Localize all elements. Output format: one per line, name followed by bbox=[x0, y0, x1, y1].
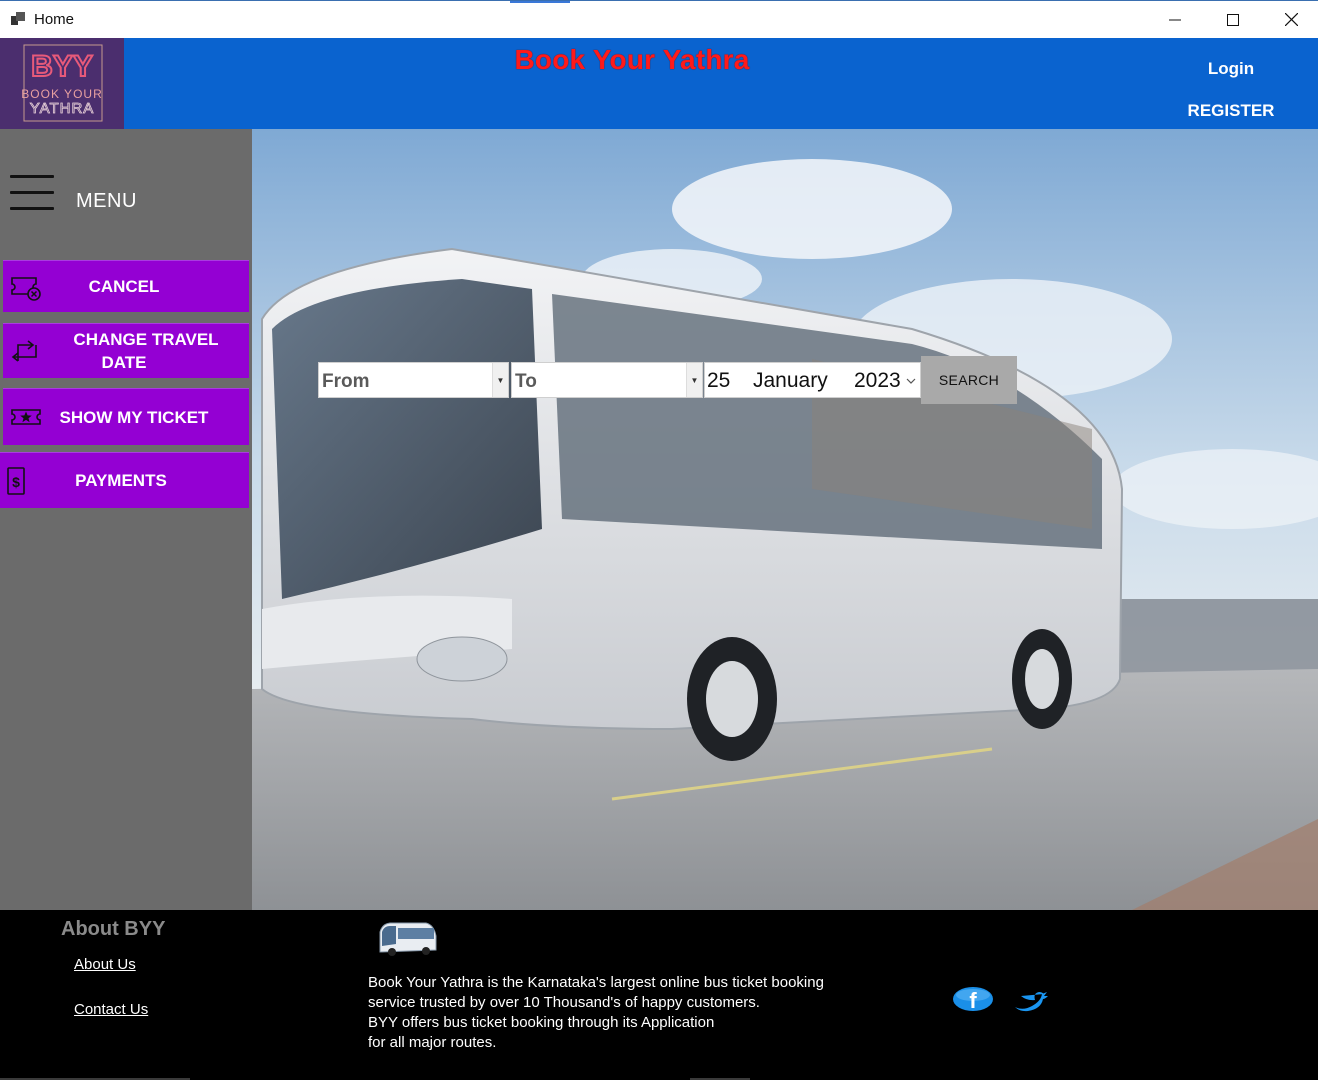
to-select-value: To bbox=[515, 371, 537, 392]
logo-graphic: BYY BOOK YOUR YATHRA bbox=[21, 44, 103, 122]
header-bar: BYY BOOK YOUR YATHRA Book Your Yathra Lo… bbox=[0, 38, 1318, 129]
minimize-button[interactable] bbox=[1146, 1, 1204, 38]
dollar-icon: $ bbox=[2, 465, 34, 497]
logo-line2-text: YATHRA bbox=[30, 100, 95, 117]
search-button[interactable]: SEARCH bbox=[921, 356, 1017, 404]
hero-bus-image bbox=[252, 129, 1318, 910]
bus-icon bbox=[376, 916, 438, 960]
sidebar-item-label: CANCEL bbox=[88, 277, 160, 296]
sidebar-item-change-travel-date[interactable]: CHANGE TRAVEL DATE bbox=[3, 323, 249, 378]
close-icon bbox=[1284, 13, 1298, 26]
sidebar-item-cancel[interactable]: CANCEL bbox=[3, 260, 249, 312]
chevron-down-icon[interactable] bbox=[906, 377, 916, 385]
sidebar-item-label: SHOW MY TICKET bbox=[59, 408, 209, 427]
twitter-icon[interactable] bbox=[1013, 990, 1049, 1012]
bus-illustration bbox=[252, 129, 1318, 910]
travel-date-picker[interactable]: 25 January 2023 bbox=[704, 362, 921, 398]
swap-arrows-icon bbox=[10, 335, 42, 367]
maximize-button[interactable] bbox=[1204, 1, 1262, 38]
chevron-down-icon[interactable]: ▼ bbox=[492, 363, 508, 397]
sidebar-item-label: PAYMENTS bbox=[75, 471, 167, 490]
ticket-cancel-icon bbox=[10, 271, 42, 303]
footer-description: Book Your Yathra is the Karnataka's larg… bbox=[368, 973, 838, 1053]
about-title: About BYY bbox=[61, 918, 166, 940]
contact-us-link[interactable]: Contact Us bbox=[74, 1001, 148, 1018]
titlebar-accent bbox=[510, 1, 570, 3]
chevron-down-icon[interactable]: ▼ bbox=[686, 363, 702, 397]
register-link[interactable]: REGISTER bbox=[1170, 101, 1292, 121]
facebook-icon[interactable]: f bbox=[952, 986, 994, 1013]
login-link[interactable]: Login bbox=[1170, 59, 1292, 79]
date-year[interactable]: 2023 bbox=[854, 369, 901, 393]
maximize-icon bbox=[1227, 13, 1239, 26]
ticket-star-icon bbox=[10, 401, 42, 433]
sidebar-menu: MENU CANCEL CHANGE TRAVEL DATE SHOW MY T… bbox=[0, 129, 252, 910]
svg-text:f: f bbox=[969, 988, 977, 1012]
footer-description-line: service trusted by over 10 Thousand's of… bbox=[368, 994, 760, 1011]
footer-description-line: BYY offers bus ticket booking through it… bbox=[368, 1014, 715, 1031]
date-month[interactable]: January bbox=[753, 369, 828, 393]
footer-description-line: for all major routes. bbox=[368, 1034, 497, 1051]
about-us-link[interactable]: About Us bbox=[74, 956, 136, 973]
logo-line1-text: BOOK YOUR bbox=[21, 87, 102, 101]
window-titlebar: Home bbox=[0, 0, 1318, 38]
app-icon bbox=[11, 12, 25, 26]
sidebar-item-label-line2: DATE bbox=[101, 353, 147, 372]
sidebar-item-show-my-ticket[interactable]: SHOW MY TICKET bbox=[3, 388, 249, 445]
byy-logo[interactable]: BYY BOOK YOUR YATHRA bbox=[0, 38, 124, 129]
svg-text:$: $ bbox=[12, 474, 20, 490]
site-title: Book Your Yathra bbox=[514, 44, 750, 75]
from-select[interactable]: From ▼ bbox=[318, 362, 509, 398]
from-select-value: From bbox=[322, 371, 370, 392]
hamburger-menu-icon[interactable] bbox=[10, 175, 54, 211]
window-title: Home bbox=[34, 11, 75, 28]
sidebar-item-label-line1: CHANGE TRAVEL bbox=[73, 330, 219, 349]
close-button[interactable] bbox=[1262, 1, 1318, 38]
minimize-icon bbox=[1169, 19, 1181, 20]
footer-description-line: Book Your Yathra is the Karnataka's larg… bbox=[368, 974, 824, 991]
sidebar-item-payments[interactable]: $ PAYMENTS bbox=[0, 452, 249, 508]
to-select[interactable]: To ▼ bbox=[511, 362, 703, 398]
footer: About BYY About Us Contact Us Book Your … bbox=[0, 910, 1318, 1080]
menu-label: MENU bbox=[76, 190, 137, 212]
logo-byy-text: BYY bbox=[31, 50, 93, 83]
date-day[interactable]: 25 bbox=[707, 369, 730, 393]
